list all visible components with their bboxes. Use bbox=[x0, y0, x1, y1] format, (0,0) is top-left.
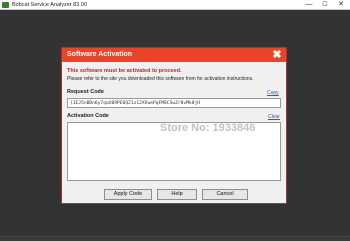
dialog-title: Software Activation bbox=[67, 51, 133, 58]
window-close-button[interactable]: ✕ bbox=[334, 0, 348, 10]
status-strip bbox=[0, 236, 350, 241]
software-activation-dialog: Software Activation ✖ This software must… bbox=[61, 47, 287, 204]
dialog-header: Software Activation ✖ bbox=[62, 48, 286, 62]
close-icon[interactable]: ✖ bbox=[271, 49, 283, 61]
window-title: Bobcat Service Analyzer 83.00 bbox=[12, 2, 87, 8]
request-code-label: Request Code bbox=[67, 89, 104, 95]
apply-code-button[interactable]: Apply Code bbox=[104, 189, 152, 200]
activation-code-label: Activation Code bbox=[67, 113, 109, 119]
activation-warning: This software must be activated to proce… bbox=[67, 68, 182, 74]
watermark: Store No: 1933846 bbox=[160, 122, 256, 134]
clear-link[interactable]: Clear bbox=[268, 114, 280, 120]
dialog-body: This software must be activated to proce… bbox=[62, 62, 286, 203]
cancel-button[interactable]: Cancel bbox=[202, 189, 248, 200]
maximize-button[interactable]: ☐ bbox=[318, 0, 332, 10]
minimize-button[interactable]: — bbox=[302, 0, 316, 10]
app-window: Bobcat Service Analyzer 83.00 — ☐ ✕ Soft… bbox=[0, 0, 350, 241]
app-logo-icon bbox=[2, 2, 9, 8]
help-button[interactable]: Help bbox=[157, 189, 197, 200]
title-bar: Bobcat Service Analyzer 83.00 — ☐ ✕ bbox=[0, 0, 350, 10]
request-code-field[interactable]: {1EJ5nBDn6y7qaX09PE0Q21z12XVwePqFM8CSwZr… bbox=[67, 98, 281, 108]
request-code-value: {1EJ5nBDn6y7qaX09PE0Q21z12XVwePqFM8CSwZr… bbox=[70, 101, 200, 106]
copy-link[interactable]: Copy bbox=[267, 90, 279, 96]
activation-instructions: Please refer to the site you downloaded … bbox=[67, 76, 254, 82]
